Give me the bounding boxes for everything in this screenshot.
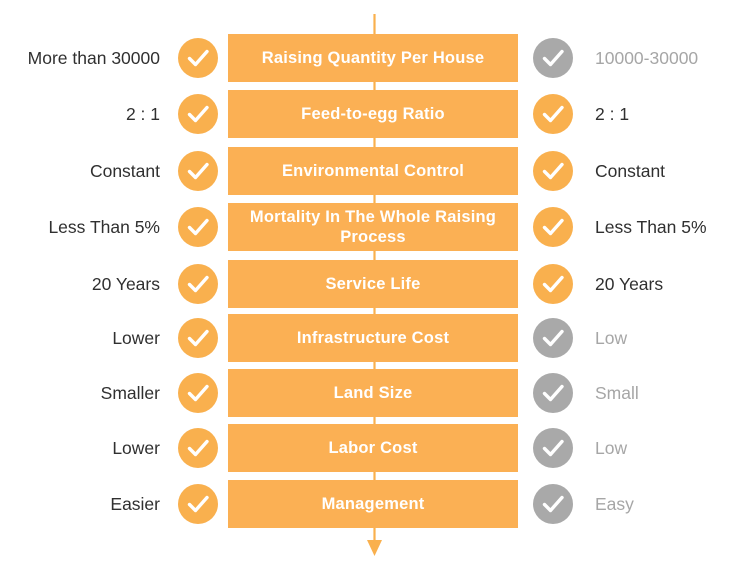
comparison-row: Constant Environmental Control Constant — [0, 147, 749, 195]
feature-bar: Mortality In The Whole Raising Process — [228, 203, 518, 251]
comparison-row: Less Than 5% Mortality In The Whole Raisi… — [0, 203, 749, 251]
left-value-label: Smaller — [100, 382, 160, 403]
left-value-label: 2 : 1 — [125, 103, 160, 124]
left-value-label: Constant — [89, 160, 160, 181]
right-value-label: 20 Years — [595, 273, 664, 294]
check-icon — [533, 38, 573, 78]
check-icon — [178, 484, 218, 524]
check-icon — [178, 38, 218, 78]
check-icon — [178, 94, 218, 134]
feature-label: Feed-to-egg Ratio — [301, 104, 445, 123]
left-value-label: Easier — [110, 493, 160, 514]
comparison-row: 2 : 1 Feed-to-egg Ratio 2 : 1 — [0, 90, 749, 138]
comparison-row: Easier Management Easy — [0, 480, 749, 528]
feature-label: Labor Cost — [328, 438, 418, 457]
feature-bar: Environmental Control — [228, 147, 518, 195]
feature-bar: Infrastructure Cost — [228, 314, 518, 362]
right-value-label: Less Than 5% — [595, 216, 707, 237]
comparison-row: Lower Labor Cost Low — [0, 424, 749, 472]
check-icon — [178, 318, 218, 358]
feature-label: Management — [321, 494, 425, 513]
right-value-label: Small — [595, 382, 639, 403]
check-icon — [178, 373, 218, 413]
check-icon — [533, 264, 573, 304]
check-icon — [533, 318, 573, 358]
comparison-row: More than 30000 Raising Quantity Per Hous… — [0, 34, 749, 82]
right-value-label: Low — [595, 437, 628, 458]
feature-label: Mortality In The Whole Raising Process — [249, 207, 497, 246]
feature-bar: Land Size — [228, 369, 518, 417]
feature-label: Environmental Control — [281, 161, 465, 180]
feature-label: Infrastructure Cost — [296, 328, 450, 347]
right-value-label: Easy — [595, 493, 634, 514]
feature-bar: Feed-to-egg Ratio — [228, 90, 518, 138]
feature-label: Raising Quantity Per House — [261, 48, 485, 67]
check-icon — [533, 151, 573, 191]
right-value-label: 2 : 1 — [595, 103, 630, 124]
feature-bar: Raising Quantity Per House — [228, 34, 518, 82]
check-icon — [533, 484, 573, 524]
feature-label: Land Size — [333, 383, 413, 402]
comparison-chart: More than 30000 Raising Quantity Per Hous… — [0, 0, 749, 565]
check-icon — [178, 151, 218, 191]
comparison-rows: More than 30000 Raising Quantity Per Hous… — [0, 0, 749, 565]
feature-bar: Service Life — [228, 260, 518, 308]
check-icon — [178, 428, 218, 468]
check-icon — [533, 428, 573, 468]
check-icon — [533, 94, 573, 134]
feature-bar: Labor Cost — [228, 424, 518, 472]
comparison-row: Lower Infrastructure Cost Low — [0, 314, 749, 362]
check-icon — [533, 207, 573, 247]
check-icon — [533, 373, 573, 413]
right-value-label: 10000-30000 — [595, 47, 699, 68]
right-value-label: Low — [595, 327, 628, 348]
feature-label: Service Life — [325, 274, 421, 293]
left-value-label: Less Than 5% — [48, 216, 160, 237]
left-value-label: Lower — [112, 327, 160, 348]
feature-bar: Management — [228, 480, 518, 528]
check-icon — [178, 264, 218, 304]
left-value-label: Lower — [112, 437, 160, 458]
comparison-row: Smaller Land Size Small — [0, 369, 749, 417]
check-icon — [178, 207, 218, 247]
left-value-label: More than 30000 — [27, 47, 160, 68]
left-value-label: 20 Years — [91, 273, 160, 294]
comparison-row: 20 Years Service Life 20 Years — [0, 260, 749, 308]
right-value-label: Constant — [595, 160, 666, 181]
